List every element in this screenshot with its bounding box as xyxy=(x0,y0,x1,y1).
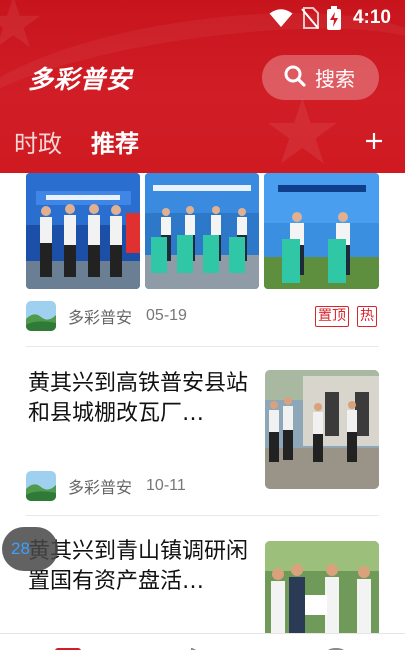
home-icon[interactable] xyxy=(55,642,81,650)
source-logo-icon xyxy=(26,301,56,331)
header: ★ ★ 4:10 多彩普安 搜索 时政 推荐 xyxy=(0,0,405,173)
channel-tabs: 时政 推荐 xyxy=(0,124,405,164)
video-icon[interactable] xyxy=(190,642,210,650)
search-icon xyxy=(284,65,306,91)
divider xyxy=(26,515,379,516)
search-button[interactable]: 搜索 xyxy=(262,55,379,100)
plus-icon[interactable] xyxy=(365,132,383,152)
source-logo-icon xyxy=(26,471,56,501)
tab-politics[interactable]: 时政 xyxy=(14,124,62,159)
article-meta: 多彩普安 10-11 xyxy=(26,471,186,501)
gallery-meta: 多彩普安 05-19 xyxy=(26,301,187,331)
gallery-photo-3[interactable] xyxy=(264,173,379,289)
no-sim-icon xyxy=(301,7,319,29)
status-time: 4:10 xyxy=(352,7,391,28)
wifi-icon xyxy=(269,8,293,28)
gallery-photos[interactable] xyxy=(26,173,379,289)
divider xyxy=(26,346,379,347)
search-label: 搜索 xyxy=(315,67,355,91)
article-thumbnail[interactable] xyxy=(265,370,379,489)
article-headline[interactable]: 黄其兴到青山镇调研闲置国有资产盘活… xyxy=(28,537,250,597)
floating-counter[interactable]: 28 xyxy=(2,527,58,571)
source-name: 多彩普安 xyxy=(68,478,133,497)
hot-badge: 热 xyxy=(357,306,377,327)
profile-icon[interactable] xyxy=(324,642,348,650)
article-headline[interactable]: 黄其兴到高铁普安县站和县城棚改瓦厂… xyxy=(28,369,250,429)
gallery-photo-2[interactable] xyxy=(145,173,259,289)
source-name: 多彩普安 xyxy=(68,308,133,327)
bottom-nav xyxy=(0,633,405,650)
article-thumbnail[interactable] xyxy=(265,541,379,633)
pinned-badge: 置顶 xyxy=(315,306,349,327)
news-feed[interactable]: 多彩普安 05-19 置顶 热 黄其兴到高铁普安县站和县城棚改瓦厂… 多彩普安 … xyxy=(0,173,405,633)
publish-date: 05-19 xyxy=(146,307,187,324)
battery-charging-icon xyxy=(326,6,341,30)
status-bar: 4:10 xyxy=(0,0,405,34)
gallery-photo-1[interactable] xyxy=(26,173,140,289)
app-title: 多彩普安 xyxy=(28,65,133,94)
publish-date: 10-11 xyxy=(146,477,186,494)
tab-recommend[interactable]: 推荐 xyxy=(91,124,139,159)
app-screen: ★ ★ 4:10 多彩普安 搜索 时政 推荐 多彩普安 05-19 置顶 热 黄… xyxy=(0,0,405,650)
